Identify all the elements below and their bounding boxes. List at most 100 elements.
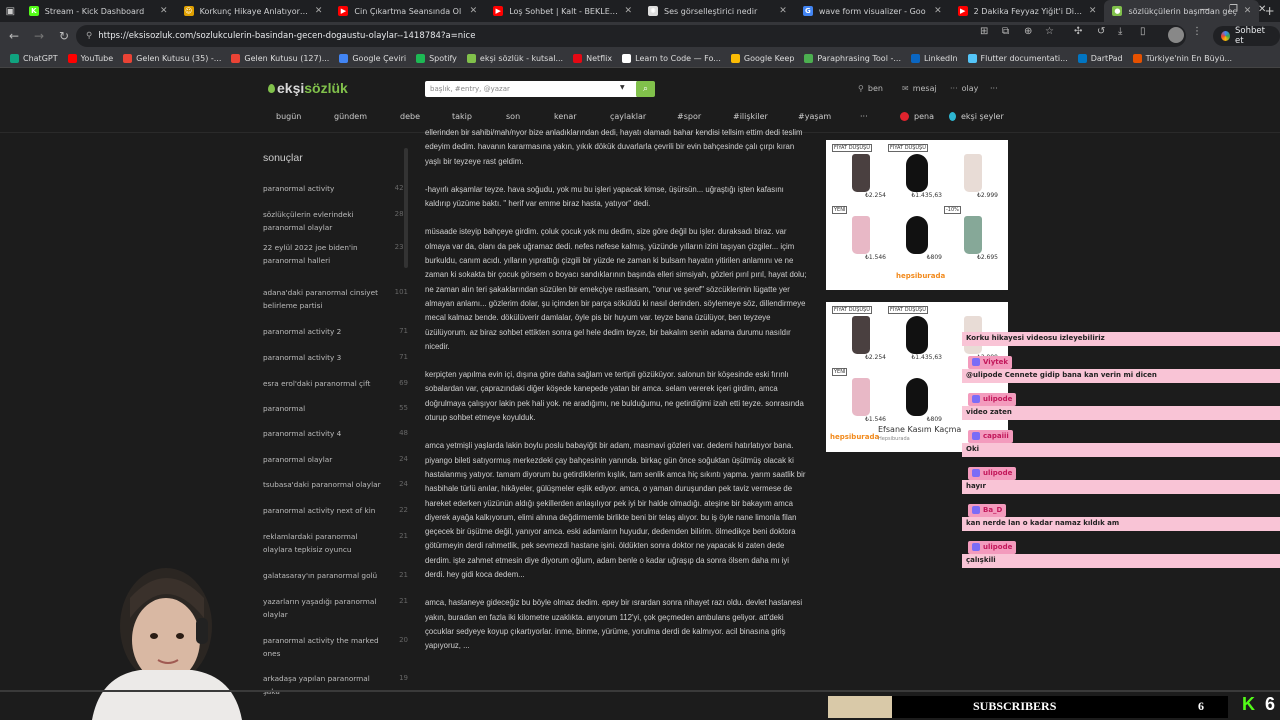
forward-icon[interactable]: → xyxy=(28,25,50,47)
ad-product[interactable]: FİYAT DÜŞÜŞÜ ₺2.254 xyxy=(832,306,886,361)
ad-product[interactable]: FİYAT DÜŞÜŞÜ ₺1.435,63 xyxy=(888,144,942,199)
browser-tab[interactable]: Gwave form visualizer - Goo ✕ xyxy=(795,0,950,22)
ad-product[interactable]: YENİ ₺1.546 xyxy=(832,368,886,423)
ad-brand-logo[interactable]: hepsiburada xyxy=(896,272,945,280)
ad-product[interactable]: -10% ₺2.695 xyxy=(944,206,998,261)
sidebar-result-item[interactable]: paranormal activity 3 71 xyxy=(263,351,408,364)
nav-eksi-seyler[interactable]: ekşi şeyler xyxy=(949,112,1004,121)
bookmark-item[interactable]: Learn to Code — Fo... xyxy=(622,54,721,63)
chat-username[interactable]: ulipode xyxy=(968,467,1017,480)
ad-product[interactable]: ₺809 xyxy=(888,368,942,423)
nav-pena[interactable]: pena xyxy=(900,112,934,121)
sidebar-result-item[interactable]: paranormal activity 4 48 xyxy=(263,427,408,440)
zoom-icon[interactable]: ⊕ xyxy=(1024,26,1032,37)
bookmark-item[interactable]: Google Keep xyxy=(730,54,794,63)
sidebar-result-item[interactable]: paranormal olaylar 24 xyxy=(263,453,408,466)
nav-takip[interactable]: takip xyxy=(452,112,472,121)
bookmark-item[interactable]: ekşi sözlük - kutsal... xyxy=(466,54,563,63)
ad-brand-logo[interactable]: hepsiburada xyxy=(830,433,879,441)
sidebar-result-item[interactable]: paranormal activity 2 71 xyxy=(263,325,408,338)
sidebar-result-item[interactable]: paranormal activity next of kin 22 xyxy=(263,504,408,517)
tab-search-icon[interactable]: ▣ xyxy=(0,0,21,22)
bookmark-item[interactable]: Türkiye'nin En Büyü... xyxy=(1132,54,1232,63)
profile-avatar[interactable] xyxy=(1168,27,1184,43)
sidebar-result-item[interactable]: adana'daki paranormal cinsiyet belirleme… xyxy=(263,286,408,312)
chat-username[interactable]: Ba_D xyxy=(968,504,1007,517)
browser-tab[interactable]: ▶ Cin Çıkartma Seansında Ol ✕ xyxy=(330,0,485,22)
maximize-icon[interactable]: ❐ xyxy=(1229,4,1238,15)
browser-tab[interactable]: ▶ 2 Dakika Feyyaz Yiğit'i Dinle ✕ xyxy=(950,0,1105,22)
sidebar-icon[interactable]: ▯ xyxy=(1140,26,1146,37)
sidebar-result-item[interactable]: esra erol'daki paranormal çift 69 xyxy=(263,377,408,390)
bookmark-item[interactable]: Google Çeviri xyxy=(339,54,406,63)
tab-close-icon[interactable]: ✕ xyxy=(1089,6,1097,16)
browser-tab[interactable]: ✺ Ses görselleştirici nedir ✕ xyxy=(640,0,795,22)
chat-username[interactable]: ulipode xyxy=(968,541,1017,554)
close-window-icon[interactable]: ✕ xyxy=(1258,4,1266,15)
nav-more[interactable]: ··· xyxy=(860,112,868,121)
nav-spor[interactable]: #spor xyxy=(677,112,701,121)
site-info-icon[interactable]: ⚲ xyxy=(86,31,92,41)
bookmark-item[interactable]: ChatGPT xyxy=(10,54,58,63)
extensions-icon[interactable]: ✣ xyxy=(1074,26,1082,37)
nav-gundem[interactable]: gündem xyxy=(334,112,367,121)
sidebar-result-item[interactable]: sözlükçülerin evlerindeki paranormal ola… xyxy=(263,208,408,234)
chat-username[interactable]: Viytek xyxy=(968,356,1013,369)
back-icon[interactable]: ← xyxy=(3,25,25,47)
download-icon[interactable]: ⤓ xyxy=(1118,26,1122,37)
bookmark-item[interactable]: YouTube xyxy=(67,54,113,63)
user-olay[interactable]: ··· olay xyxy=(950,84,978,93)
url-input[interactable]: ⚲ https://eksisozluk.com/sozlukculerin-b… xyxy=(76,25,1186,47)
bookmark-item[interactable]: Paraphrasing Tool -... xyxy=(804,54,901,63)
sidebar-result-item[interactable]: arkadaşa yapılan paranormal şaka 19 xyxy=(263,672,408,698)
site-logo[interactable]: ekşi sözlük xyxy=(268,80,348,96)
sidebar-result-item[interactable]: paranormal 55 xyxy=(263,402,408,415)
sohbet-button[interactable]: Sohbet et xyxy=(1213,26,1280,46)
nav-iliskiler[interactable]: #ilişkiler xyxy=(733,112,768,121)
bookmark-item[interactable]: Spotify xyxy=(416,54,457,63)
ad-product[interactable]: ₺809 xyxy=(888,206,942,261)
nav-kenar[interactable]: kenar xyxy=(554,112,577,121)
sidebar-result-item[interactable]: tsubasa'daki paranormal olaylar 24 xyxy=(263,478,408,491)
nav-yasam[interactable]: #yaşam xyxy=(798,112,831,121)
browser-tab[interactable]: ▶ Loş Sohbet | Kalt - BEKLENE ✕ xyxy=(485,0,640,22)
ad-product[interactable]: FİYAT DÜŞÜŞÜ ₺2.254 xyxy=(832,144,886,199)
bookmark-item[interactable]: Flutter documentati... xyxy=(967,54,1068,63)
tab-close-icon[interactable]: ✕ xyxy=(160,6,168,16)
sidebar-result-item[interactable]: 22 eylül 2022 joe biden'in paranormal ha… xyxy=(263,241,408,267)
sidebar-scrollbar[interactable] xyxy=(404,148,408,268)
nav-debe[interactable]: debe xyxy=(400,112,420,121)
tab-close-icon[interactable]: ✕ xyxy=(779,6,787,16)
ad-product[interactable]: FİYAT DÜŞÜŞÜ ₺1.435,63 xyxy=(888,306,942,361)
sidebar-result-item[interactable]: paranormal activity the marked ones 20 xyxy=(263,634,408,660)
tab-close-icon[interactable]: ✕ xyxy=(1244,6,1252,16)
tab-close-icon[interactable]: ✕ xyxy=(934,6,942,16)
nav-son[interactable]: son xyxy=(506,112,520,121)
nav-bugun[interactable]: bugün xyxy=(276,112,301,121)
bookmark-item[interactable]: LinkedIn xyxy=(910,54,958,63)
browser-tab[interactable]: K Stream - Kick Dashboard ✕ xyxy=(21,0,176,22)
bookmark-star-icon[interactable]: ☆ xyxy=(1045,26,1054,37)
search-options-icon[interactable]: ▼ xyxy=(620,84,625,91)
sidebar-result-item[interactable]: galatasaray'ın paranormal golü 21 xyxy=(263,569,408,582)
search-button[interactable]: ⌕ xyxy=(636,81,655,97)
search-input[interactable]: başlık, #entry, @yazar xyxy=(425,81,638,97)
tab-close-icon[interactable]: ✕ xyxy=(315,6,323,16)
tab-close-icon[interactable]: ✕ xyxy=(624,6,632,16)
chat-username[interactable]: ulipode xyxy=(968,393,1017,406)
sidebar-result-item[interactable]: paranormal activity 421 xyxy=(263,182,408,195)
menu-kebab-icon[interactable]: ⋮ xyxy=(1192,26,1202,37)
tab-close-icon[interactable]: ✕ xyxy=(470,6,478,16)
user-mesaj[interactable]: ✉ mesaj xyxy=(902,84,937,93)
ad-campaign-title[interactable]: Efsane Kasım Kaçma xyxy=(878,425,961,434)
sidebar-result-item[interactable]: reklamlardaki paranormal olaylara tepkis… xyxy=(263,530,408,556)
bookmark-item[interactable]: DartPad xyxy=(1077,54,1123,63)
chat-username[interactable]: capaiii xyxy=(968,430,1013,443)
bookmark-item[interactable]: Gelen Kutusu (35) -... xyxy=(123,54,221,63)
more-icon[interactable]: ··· xyxy=(990,84,998,93)
ad-product[interactable]: ₺2.999 xyxy=(944,144,998,199)
install-app-icon[interactable]: ⊞ xyxy=(980,26,988,37)
nav-caylaklar[interactable]: çaylaklar xyxy=(610,112,646,121)
reload-icon[interactable]: ↻ xyxy=(53,25,75,47)
bookmark-item[interactable]: Netflix xyxy=(573,54,612,63)
